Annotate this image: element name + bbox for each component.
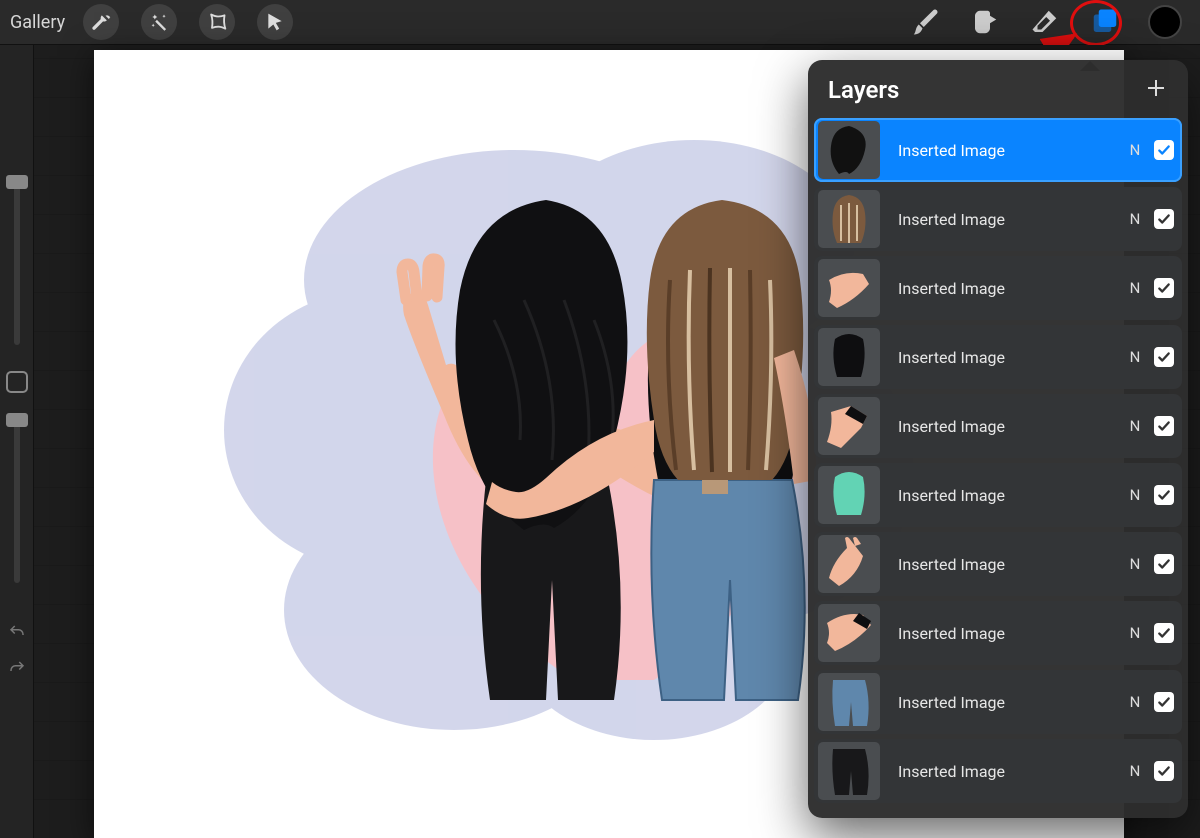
selection-icon <box>207 12 227 32</box>
layer-row[interactable]: Inserted ImageN <box>814 118 1182 182</box>
adjustments-button[interactable] <box>141 4 177 40</box>
layer-blend-mode[interactable]: N <box>1122 348 1148 366</box>
gallery-link[interactable]: Gallery <box>10 12 65 33</box>
layer-blend-mode[interactable]: N <box>1122 210 1148 228</box>
layers-list[interactable]: Inserted ImageNInserted ImageNInserted I… <box>808 118 1188 818</box>
layer-thumbnail[interactable] <box>818 121 880 179</box>
layer-name: Inserted Image <box>898 555 1122 574</box>
layer-name: Inserted Image <box>898 693 1122 712</box>
layer-row[interactable]: Inserted ImageN <box>814 256 1182 320</box>
wand-icon <box>149 12 169 32</box>
check-icon <box>1157 350 1171 364</box>
layers-button[interactable] <box>1088 5 1122 39</box>
layer-blend-mode[interactable]: N <box>1122 279 1148 297</box>
actions-button[interactable] <box>83 4 119 40</box>
color-swatch[interactable] <box>1148 5 1182 39</box>
layer-blend-mode[interactable]: N <box>1122 486 1148 504</box>
brush-size-slider[interactable] <box>14 175 20 345</box>
smudge-icon <box>970 7 1000 37</box>
smudge-tool[interactable] <box>968 5 1002 39</box>
undo-button[interactable] <box>8 623 26 645</box>
plus-icon <box>1144 76 1168 100</box>
check-icon <box>1157 212 1171 226</box>
redo-button[interactable] <box>8 659 26 681</box>
layer-row[interactable]: Inserted ImageN <box>814 739 1182 803</box>
layer-blend-mode[interactable]: N <box>1122 555 1148 573</box>
layer-visibility-checkbox[interactable] <box>1154 347 1174 367</box>
wrench-icon <box>91 12 111 32</box>
layer-visibility-checkbox[interactable] <box>1154 761 1174 781</box>
top-toolbar: Gallery <box>0 0 1200 45</box>
layer-name: Inserted Image <box>898 624 1122 643</box>
layer-name: Inserted Image <box>898 348 1122 367</box>
layer-blend-mode[interactable]: N <box>1122 693 1148 711</box>
layer-row[interactable]: Inserted ImageN <box>814 670 1182 734</box>
layers-panel-title: Layers <box>828 76 899 104</box>
modify-button[interactable] <box>6 371 28 393</box>
layer-name: Inserted Image <box>898 279 1122 298</box>
layers-panel: Layers Inserted ImageNInserted ImageNIns… <box>808 60 1188 818</box>
layer-row[interactable]: Inserted ImageN <box>814 187 1182 251</box>
transform-button[interactable] <box>257 4 293 40</box>
layer-name: Inserted Image <box>898 417 1122 436</box>
eraser-icon <box>1030 7 1060 37</box>
check-icon <box>1157 764 1171 778</box>
check-icon <box>1157 281 1171 295</box>
layer-name: Inserted Image <box>898 210 1122 229</box>
layer-visibility-checkbox[interactable] <box>1154 278 1174 298</box>
check-icon <box>1157 695 1171 709</box>
brush-icon <box>910 7 940 37</box>
layer-blend-mode[interactable]: N <box>1122 624 1148 642</box>
layers-icon <box>1090 7 1120 37</box>
layer-blend-mode[interactable]: N <box>1122 417 1148 435</box>
layer-thumbnail[interactable] <box>818 604 880 662</box>
layer-visibility-checkbox[interactable] <box>1154 554 1174 574</box>
check-icon <box>1157 557 1171 571</box>
add-layer-button[interactable] <box>1144 76 1168 104</box>
layer-visibility-checkbox[interactable] <box>1154 623 1174 643</box>
slider-thumb[interactable] <box>6 175 28 189</box>
layer-thumbnail[interactable] <box>818 328 880 386</box>
brush-opacity-slider[interactable] <box>14 413 20 583</box>
layer-visibility-checkbox[interactable] <box>1154 140 1174 160</box>
arrow-cursor-icon <box>265 12 285 32</box>
layer-thumbnail[interactable] <box>818 397 880 455</box>
right-tools <box>908 5 1182 39</box>
layer-thumbnail[interactable] <box>818 535 880 593</box>
side-sliders <box>0 45 34 838</box>
check-icon <box>1157 419 1171 433</box>
layer-thumbnail[interactable] <box>818 673 880 731</box>
brush-tool[interactable] <box>908 5 942 39</box>
layer-row[interactable]: Inserted ImageN <box>814 325 1182 389</box>
layer-thumbnail[interactable] <box>818 742 880 800</box>
layer-name: Inserted Image <box>898 141 1122 160</box>
layer-blend-mode[interactable]: N <box>1122 762 1148 780</box>
layer-row[interactable]: Inserted ImageN <box>814 463 1182 527</box>
check-icon <box>1157 143 1171 157</box>
layer-row[interactable]: Inserted ImageN <box>814 394 1182 458</box>
slider-thumb[interactable] <box>6 413 28 427</box>
layer-visibility-checkbox[interactable] <box>1154 209 1174 229</box>
layer-visibility-checkbox[interactable] <box>1154 485 1174 505</box>
layer-thumbnail[interactable] <box>818 466 880 524</box>
layer-blend-mode[interactable]: N <box>1122 141 1148 159</box>
eraser-tool[interactable] <box>1028 5 1062 39</box>
selection-button[interactable] <box>199 4 235 40</box>
layer-name: Inserted Image <box>898 762 1122 781</box>
layer-row[interactable]: Inserted ImageN <box>814 532 1182 596</box>
layer-name: Inserted Image <box>898 486 1122 505</box>
layer-visibility-checkbox[interactable] <box>1154 416 1174 436</box>
layer-thumbnail[interactable] <box>818 190 880 248</box>
layer-visibility-checkbox[interactable] <box>1154 692 1174 712</box>
check-icon <box>1157 488 1171 502</box>
check-icon <box>1157 626 1171 640</box>
layer-row[interactable]: Inserted ImageN <box>814 601 1182 665</box>
layer-thumbnail[interactable] <box>818 259 880 317</box>
